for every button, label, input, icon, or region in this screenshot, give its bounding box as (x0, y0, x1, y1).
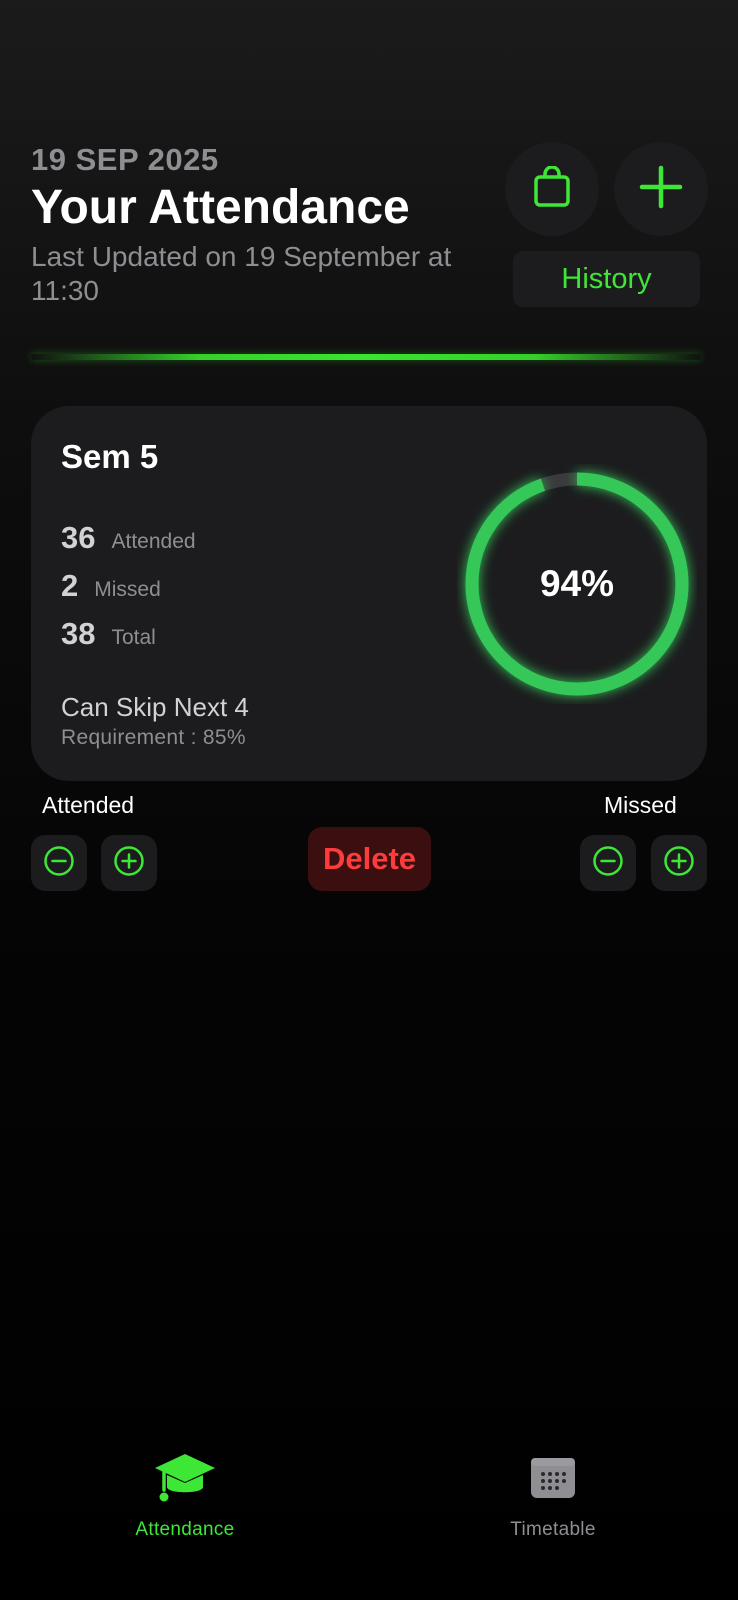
semester-title: Sem 5 (61, 438, 159, 475)
stat-label: Attended (111, 530, 196, 553)
missed-controls-label: Missed (604, 792, 677, 818)
shopping-bag-icon (532, 164, 572, 213)
bag-button[interactable] (505, 142, 599, 236)
stat-missed: 2 Missed (61, 568, 161, 604)
divider-glow (31, 354, 701, 360)
plus-circle-icon (113, 845, 145, 882)
minus-circle-icon (43, 845, 75, 882)
header-date: 19 SEP 2025 (31, 142, 219, 177)
stat-total: 38 Total (61, 616, 156, 652)
add-button[interactable] (614, 142, 708, 236)
stat-value: 38 (61, 616, 96, 651)
tab-timetable[interactable]: Timetable (473, 1452, 633, 1541)
plus-circle-icon (663, 845, 695, 882)
tab-label: Timetable (510, 1519, 596, 1540)
calendar-icon (521, 1452, 585, 1513)
stat-label: Missed (94, 578, 161, 601)
can-skip-text: Can Skip Next 4 (61, 692, 249, 722)
attended-decrement-button[interactable] (31, 835, 87, 891)
plus-icon (639, 165, 683, 214)
minus-circle-icon (592, 845, 624, 882)
screen: 19 SEP 2025 Your Attendance Last Updated… (0, 0, 738, 1600)
missed-increment-button[interactable] (651, 835, 707, 891)
missed-decrement-button[interactable] (580, 835, 636, 891)
attendance-percent: 94% (539, 563, 615, 604)
graduation-cap-icon (153, 1452, 217, 1513)
tab-label: Attendance (135, 1519, 235, 1540)
last-updated-text: Last Updated on 19 September at 11:30 (31, 241, 452, 306)
attended-controls-label: Attended (42, 792, 135, 818)
requirement-text: Requirement : 85% (61, 726, 246, 749)
stat-value: 2 (61, 568, 79, 603)
delete-button[interactable]: Delete (308, 827, 431, 891)
semester-card[interactable]: Sem 5 36 Attended 2 Missed 38 Total Can … (31, 406, 707, 781)
stat-attended: 36 Attended (61, 520, 196, 556)
history-button[interactable]: History (513, 251, 700, 307)
attended-increment-button[interactable] (101, 835, 157, 891)
stat-label: Total (111, 626, 156, 649)
stat-value: 36 (61, 520, 96, 555)
page-title: Your Attendance (31, 181, 410, 234)
tab-attendance[interactable]: Attendance (105, 1452, 265, 1541)
